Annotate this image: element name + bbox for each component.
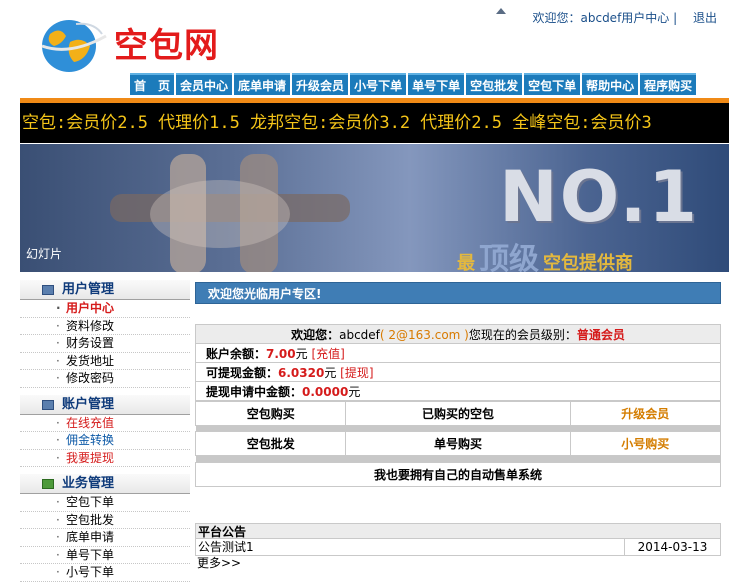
hands-image <box>110 154 350 272</box>
sidebar-group-user: 用户管理 <box>20 280 190 300</box>
notice-item-title[interactable]: 公告测试1 <box>196 539 624 555</box>
sidebar-item-wholesale[interactable]: 空包批发 <box>20 512 190 529</box>
pending-value: 0.0000 <box>302 384 349 399</box>
sidebar-item-single-order[interactable]: 单号下单 <box>20 547 190 564</box>
purchased-packages-link[interactable]: 已购买的空包 <box>345 401 571 426</box>
folder-icon <box>42 399 54 410</box>
welcome-title: 欢迎您光临用户专区! <box>195 282 721 304</box>
tagline-prefix: 最 <box>457 253 475 272</box>
sidebar-group-account: 账户管理 <box>20 394 190 415</box>
notice-title: 平台公告 <box>195 523 721 539</box>
balance-value: 7.00 <box>266 346 296 361</box>
more-link[interactable]: 更多>> <box>195 556 721 570</box>
header-decoration-icon <box>496 8 506 14</box>
sidebar-item-withdraw[interactable]: 我要提现 <box>20 450 190 467</box>
platform-notice: 平台公告 公告测试1 2014-03-13 更多>> <box>195 523 721 570</box>
pending-row: 提现申请中金额：0.0000元 <box>195 381 721 401</box>
wholesale-link[interactable]: 空包批发 <box>194 431 347 456</box>
sidebar-item-receipt-apply[interactable]: 底单申请 <box>20 529 190 547</box>
sidebar-item-ship-address[interactable]: 发货地址 <box>20 353 190 370</box>
greeting-row: 欢迎您：abcdef( 2@163.com )您现在的会员级别：普通会员 <box>195 324 721 344</box>
cart-icon <box>42 479 54 489</box>
nav-member-center[interactable]: 会员中心 <box>176 73 233 95</box>
site-logo-text: 空包网 <box>114 26 219 66</box>
banner-tagline: 最顶级 空包提供商 <box>457 234 633 272</box>
nav-home[interactable]: 首 页 <box>130 73 175 95</box>
tagline-suffix: 空包提供商 <box>543 253 633 272</box>
main-content: 欢迎您光临用户专区! 欢迎您：abcdef( 2@163.com )您现在的会员… <box>194 282 722 487</box>
withdrawable-row: 可提现金额：6.0320元 [提现] <box>195 362 721 382</box>
main-nav: 首 页 会员中心 底单申请 升级会员 小号下单 单号下单 空包批发 空包下单 帮… <box>130 73 697 95</box>
folder-icon <box>42 285 54 295</box>
sidebar-item-recharge[interactable]: 在线充值 <box>20 415 190 432</box>
nav-upgrade[interactable]: 升级会员 <box>292 73 349 95</box>
logout-link[interactable]: 退出 <box>693 11 717 25</box>
banner-slideshow: 幻灯片 NO.1 最顶级 空包提供商 <box>20 144 729 272</box>
balance-row: 账户余额：7.00元 [充值] <box>195 343 721 363</box>
tagline-big: 顶级 <box>479 242 539 272</box>
notice-row: 公告测试1 2014-03-13 <box>195 539 721 556</box>
buy-small-link[interactable]: 小号购买 <box>569 431 722 456</box>
sidebar-item-small-order[interactable]: 小号下单 <box>20 564 190 582</box>
welcome-text: 欢迎您：abcdef <box>532 11 622 25</box>
upgrade-member-link[interactable]: 升级会员 <box>569 401 722 426</box>
nav-small-order[interactable]: 小号下单 <box>350 73 407 95</box>
account-info-table: 欢迎您：abcdef( 2@163.com )您现在的会员级别：普通会员 账户余… <box>195 324 721 401</box>
sidebar-item-user-center[interactable]: 用户中心 <box>20 300 190 318</box>
nav-program-buy[interactable]: 程序购买 <box>640 73 697 95</box>
sidebar-item-package-order[interactable]: 空包下单 <box>20 494 190 512</box>
user-links: 欢迎您：abcdef用户中心 | 退出 <box>532 11 718 25</box>
notice-item-date: 2014-03-13 <box>624 539 720 555</box>
sidebar-item-commission[interactable]: 佣金转换 <box>20 432 190 450</box>
nav-help[interactable]: 帮助中心 <box>582 73 639 95</box>
withdrawable-value: 6.0320 <box>278 365 325 380</box>
member-level: 普通会员 <box>576 327 625 342</box>
sidebar-item-edit-profile[interactable]: 资料修改 <box>20 318 190 335</box>
sidebar-item-finance-settings[interactable]: 财务设置 <box>20 335 190 353</box>
email-text: ( 2@163.com ) <box>379 327 469 342</box>
nav-single-order[interactable]: 单号下单 <box>408 73 465 95</box>
buy-package-link[interactable]: 空包购买 <box>194 401 347 426</box>
nav-package-order[interactable]: 空包下单 <box>524 73 581 95</box>
auto-sell-table: 我也要拥有自己的自动售单系统 <box>195 461 721 487</box>
banner-headline: NO.1 <box>499 156 699 238</box>
actions-table: 空包购买 已购买的空包 升级会员 空包批发 单号购买 小号购买 <box>194 401 722 462</box>
auto-sell-link[interactable]: 我也要拥有自己的自动售单系统 <box>195 461 721 487</box>
nav-wholesale[interactable]: 空包批发 <box>466 73 523 95</box>
user-center-link[interactable]: 用户中心 <box>621 11 669 25</box>
nav-receipt-apply[interactable]: 底单申请 <box>234 73 291 95</box>
globe-logo-icon <box>41 20 107 72</box>
sidebar: 用户管理 用户中心 资料修改 财务设置 发货地址 修改密码 账户管理 在线充值 … <box>20 280 190 582</box>
sidebar-group-business: 业务管理 <box>20 474 190 494</box>
withdraw-link[interactable]: [提现] <box>340 366 373 380</box>
recharge-link[interactable]: [充值] <box>311 347 344 361</box>
sidebar-item-change-password[interactable]: 修改密码 <box>20 370 190 388</box>
header: 空包网 欢迎您：abcdef用户中心 | 退出 首 页 会员中心 底单申请 升级… <box>0 0 729 100</box>
buy-single-link[interactable]: 单号购买 <box>345 431 571 456</box>
slideshow-label: 幻灯片 <box>26 247 63 261</box>
price-marquee: 空包:会员价2.5 代理价1.5 龙邦空包:会员价3.2 代理价2.5 全峰空包… <box>20 103 729 143</box>
